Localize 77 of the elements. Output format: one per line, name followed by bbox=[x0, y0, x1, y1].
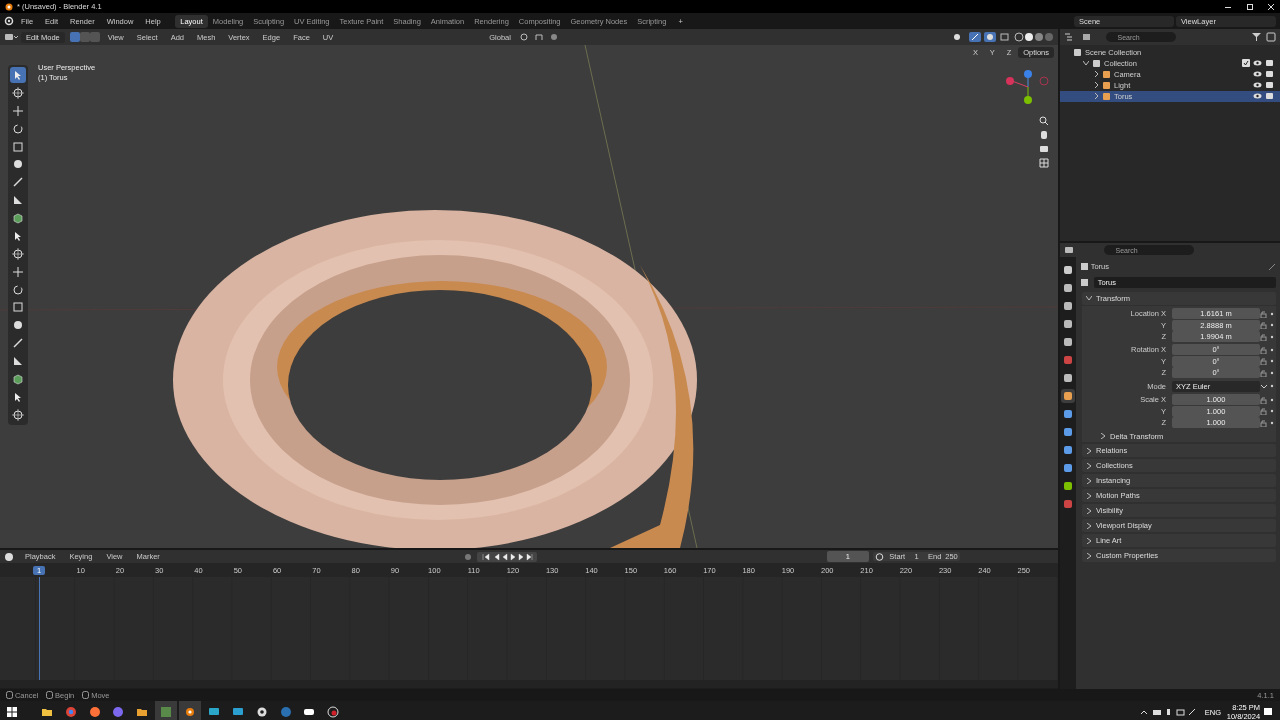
cube-icon bbox=[12, 212, 24, 224]
new-collection-icon[interactable] bbox=[1266, 32, 1276, 42]
overlay-toggle-icon[interactable] bbox=[984, 32, 996, 42]
property-tab[interactable] bbox=[1061, 263, 1075, 277]
browser-icon bbox=[63, 705, 78, 719]
ruler-icon bbox=[12, 355, 24, 367]
tool-button[interactable] bbox=[10, 67, 26, 83]
scale-icon bbox=[12, 140, 24, 153]
eye-icon[interactable] bbox=[1253, 70, 1262, 79]
taskbar-app[interactable] bbox=[179, 701, 201, 720]
lock-icon[interactable] bbox=[1260, 345, 1268, 354]
move-icon bbox=[12, 104, 24, 117]
notification-icon[interactable] bbox=[1262, 706, 1274, 718]
select-mode-button[interactable] bbox=[69, 32, 80, 42]
snap-icon[interactable] bbox=[533, 32, 546, 42]
crosshair-icon bbox=[12, 247, 24, 260]
property-tab[interactable] bbox=[1061, 281, 1075, 295]
solid-shading-icon[interactable] bbox=[1024, 32, 1034, 42]
cube-icon bbox=[12, 372, 24, 385]
checkbox-icon[interactable] bbox=[1242, 59, 1250, 68]
pencil-icon bbox=[12, 337, 24, 350]
eye-icon[interactable] bbox=[1253, 59, 1262, 68]
mouse-icon bbox=[6, 691, 13, 699]
gizmo-toggle-icon[interactable] bbox=[969, 32, 981, 42]
lock-icon[interactable] bbox=[1260, 357, 1268, 366]
pivot-icon[interactable] bbox=[518, 32, 531, 42]
object-icon bbox=[1079, 262, 1089, 272]
navigation-gizmo-icon bbox=[1004, 67, 1050, 107]
keyframe-dot-icon[interactable] bbox=[1268, 321, 1276, 329]
property-tab[interactable] bbox=[1061, 317, 1075, 331]
property-tab[interactable] bbox=[1061, 425, 1075, 439]
rotate-icon bbox=[12, 283, 24, 296]
crosshair-icon bbox=[12, 408, 24, 421]
crosshair-icon bbox=[12, 86, 24, 99]
windows-start-icon[interactable] bbox=[6, 706, 18, 718]
lock-icon[interactable] bbox=[1260, 407, 1268, 416]
maximize-icon[interactable] bbox=[1244, 1, 1255, 12]
eye-icon[interactable] bbox=[1253, 81, 1262, 90]
property-tab[interactable] bbox=[1061, 407, 1075, 421]
blender-icon bbox=[183, 705, 197, 719]
property-tab[interactable] bbox=[1061, 443, 1075, 457]
lock-icon[interactable] bbox=[1260, 309, 1268, 318]
lock-icon[interactable] bbox=[1260, 418, 1268, 427]
tool-button[interactable] bbox=[10, 245, 26, 262]
property-tab[interactable] bbox=[1061, 461, 1075, 475]
wireframe-shading-icon[interactable] bbox=[1014, 32, 1024, 42]
property-tab[interactable] bbox=[1061, 389, 1075, 403]
xray-icon[interactable] bbox=[999, 32, 1011, 42]
scrollbar[interactable] bbox=[0, 680, 1058, 688]
property-tab[interactable] bbox=[1061, 335, 1075, 349]
filter-icon[interactable] bbox=[1251, 32, 1263, 42]
tool-button[interactable] bbox=[10, 406, 26, 423]
property-tab[interactable] bbox=[1061, 371, 1075, 385]
lock-icon[interactable] bbox=[1260, 332, 1268, 341]
lock-icon[interactable] bbox=[1260, 321, 1268, 329]
mouse-icon bbox=[82, 691, 90, 699]
material-shading-icon[interactable] bbox=[1034, 32, 1044, 42]
ruler-icon bbox=[12, 194, 24, 207]
rotate-icon bbox=[12, 122, 24, 135]
pin-icon[interactable] bbox=[1268, 262, 1277, 271]
mouse-icon bbox=[46, 691, 54, 699]
move-icon bbox=[12, 265, 24, 278]
stopwatch-icon[interactable] bbox=[874, 552, 884, 561]
pencil-icon bbox=[12, 176, 24, 189]
grid-icon[interactable] bbox=[1038, 156, 1050, 169]
tool-button[interactable] bbox=[10, 84, 26, 101]
eye-icon[interactable] bbox=[1253, 92, 1262, 101]
close-icon[interactable] bbox=[1266, 1, 1277, 12]
editor-type-icon[interactable] bbox=[4, 32, 18, 42]
zoom-icon[interactable] bbox=[1038, 115, 1050, 127]
lock-icon[interactable] bbox=[1260, 368, 1268, 377]
property-tab[interactable] bbox=[1061, 299, 1075, 313]
lock-icon[interactable] bbox=[1260, 395, 1268, 404]
playback-controls-icon[interactable] bbox=[476, 551, 537, 562]
property-tab[interactable] bbox=[1061, 479, 1075, 493]
caret-icon bbox=[1260, 382, 1268, 391]
scale-icon bbox=[12, 301, 24, 314]
